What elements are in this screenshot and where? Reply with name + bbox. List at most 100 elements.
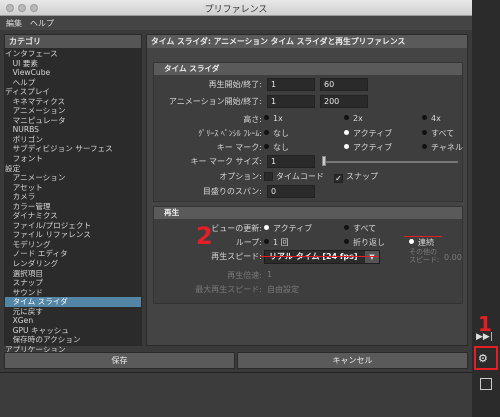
window-title: プリファレンス [204,5,268,15]
menu-edit[interactable]: 編集 [6,18,22,29]
category-item[interactable]: タイム スライダ [5,297,141,307]
timeslider-section-title: タイム スライダ [154,63,462,75]
category-item[interactable]: カラー管理 [5,202,141,212]
height-radio-2x[interactable]: 2x [344,114,363,123]
other-speed-label: その他の スピード: [409,248,440,264]
category-item[interactable]: レンダリング [5,259,141,269]
radio-dot-icon [422,144,427,149]
grease-radio-all[interactable]: すべて [422,128,454,139]
settings-panel: タイム スライダ: アニメーション タイム スライダと再生プリファレンス タイム… [146,34,468,346]
radio-dot-icon [344,144,349,149]
maya-status-area [0,372,472,417]
radio-dot-icon [264,239,269,244]
category-item[interactable]: キネマティクス [5,97,141,107]
checkmark-icon: ✓ [334,174,343,183]
update-radio-active[interactable]: アクティブ [264,223,312,234]
keymark-size-slider-handle[interactable] [322,156,326,166]
height-label: 高さ: [243,115,262,124]
menu-bar: 編集 ヘルプ [0,16,472,30]
category-item[interactable]: アニメーション [5,106,141,116]
playback-section: 再生 ビューの更新: アクティブ すべて ループ: 1 回 折り返し 連続 再生… [153,206,463,304]
playback-end-field[interactable]: 60 [320,78,368,91]
calendar-icon[interactable] [480,378,492,390]
loop-radio-once[interactable]: 1 回 [264,237,289,248]
keymark-radio-none[interactable]: なし [264,142,289,153]
span-label: 目盛りのスパン: [202,187,262,196]
category-item[interactable]: 設定 [5,164,141,174]
animation-prefs-icon[interactable]: ⚙ [478,352,488,365]
category-header: カテゴリ [5,35,141,48]
category-item[interactable]: カメラ [5,192,141,202]
keymark-size-field[interactable]: 1 [267,155,315,168]
category-item[interactable]: サウンド [5,288,141,298]
radio-dot-icon [409,239,414,244]
keymark-size-slider[interactable] [322,161,458,163]
category-item[interactable]: サブディビジョン サーフェス [5,144,141,154]
cancel-button[interactable]: キャンセル [237,352,468,369]
annotation-underline-continuous [404,236,442,237]
radio-dot-icon [344,239,349,244]
radio-dot-icon [264,130,269,135]
update-radio-all[interactable]: すべて [344,223,376,234]
radio-dot-icon [344,115,349,120]
options-label: オプション: [219,172,262,181]
category-item[interactable]: XGen [5,316,141,326]
grease-radio-active[interactable]: アクティブ [344,128,392,139]
keymark-radio-active[interactable]: アクティブ [344,142,392,153]
title-bar: プリファレンス [0,0,472,16]
grease-radio-none[interactable]: なし [264,128,289,139]
anim-end-field[interactable]: 200 [320,95,368,108]
category-item[interactable]: ヘルプ [5,78,141,88]
radio-dot-icon [422,115,427,120]
keymark-radio-channel[interactable]: チャネル [422,142,463,153]
category-item[interactable]: インタフェース [5,49,141,59]
category-item[interactable]: 元に戻す [5,307,141,317]
category-item[interactable]: NURBS [5,125,141,135]
category-item[interactable]: ノード エディタ [5,249,141,259]
category-item[interactable]: ファイル リファレンス [5,230,141,240]
category-item[interactable]: GPU キャッシュ [5,326,141,336]
timecode-checkbox[interactable]: タイムコード [264,171,324,182]
dropdown-arrow-icon: ▼ [365,251,379,263]
settings-header: タイム スライダ: アニメーション タイム スライダと再生プリファレンス [147,35,467,48]
max-speed-value: 自由設定 [267,285,299,294]
anim-start-field[interactable]: 1 [267,95,315,108]
category-item[interactable]: フォント [5,154,141,164]
playback-section-title: 再生 [154,207,462,219]
loop-radio-continuous[interactable]: 連続 [409,237,434,248]
category-item[interactable]: ViewCube [5,68,141,78]
save-button[interactable]: 保存 [4,352,235,369]
category-item[interactable]: ディスプレイ [5,87,141,97]
span-field[interactable]: 0 [267,185,315,198]
max-speed-label: 最大再生スピード: [195,285,262,294]
view-update-label: ビューの更新: [211,224,262,233]
checkbox-icon [264,172,273,181]
playback-controls-icon[interactable]: ▶▶| [476,332,493,342]
radio-dot-icon [344,130,349,135]
category-item[interactable]: マニピュレータ [5,116,141,126]
playback-start-field[interactable]: 1 [267,78,315,91]
button-bar: 保存 キャンセル [4,352,468,369]
category-item[interactable]: 保存時のアクション [5,335,141,345]
radio-dot-icon [264,225,269,230]
height-radio-1x[interactable]: 1x [264,114,283,123]
category-item[interactable]: アセット [5,183,141,193]
category-list: インタフェース UI 要素 ViewCube ヘルプ ディスプレイ キネマティクス… [5,48,141,355]
multiplier-value: 1 [267,270,273,279]
category-item[interactable]: UI 要素 [5,59,141,69]
loop-radio-oscillate[interactable]: 折り返し [344,237,385,248]
loop-label: ループ: [235,238,262,247]
category-item[interactable]: アニメーション [5,173,141,183]
keymark-label: キー マーク: [216,143,262,152]
category-item[interactable]: ダイナミクス [5,211,141,221]
playback-speed-dropdown[interactable]: リアル タイム [24 fps] ▼ [264,250,380,264]
category-item[interactable]: スナップ [5,278,141,288]
category-panel: カテゴリ インタフェース UI 要素 ViewCube ヘルプ ディスプレイ キネ… [4,34,142,354]
category-item[interactable]: ファイル/プロジェクト [5,221,141,231]
category-item[interactable]: 選択項目 [5,269,141,279]
snap-checkbox[interactable]: ✓ スナップ [334,171,378,183]
timeslider-section: タイム スライダ 再生開始/終了: 1 60 アニメーション開始/終了: 1 2… [153,62,463,202]
grease-pencil-label: ｸﾞﾘｰｽ ﾍﾟﾝｼﾙ ﾌﾚｰﾑ: [198,129,262,138]
height-radio-4x[interactable]: 4x [422,114,441,123]
menu-help[interactable]: ヘルプ [30,18,54,29]
